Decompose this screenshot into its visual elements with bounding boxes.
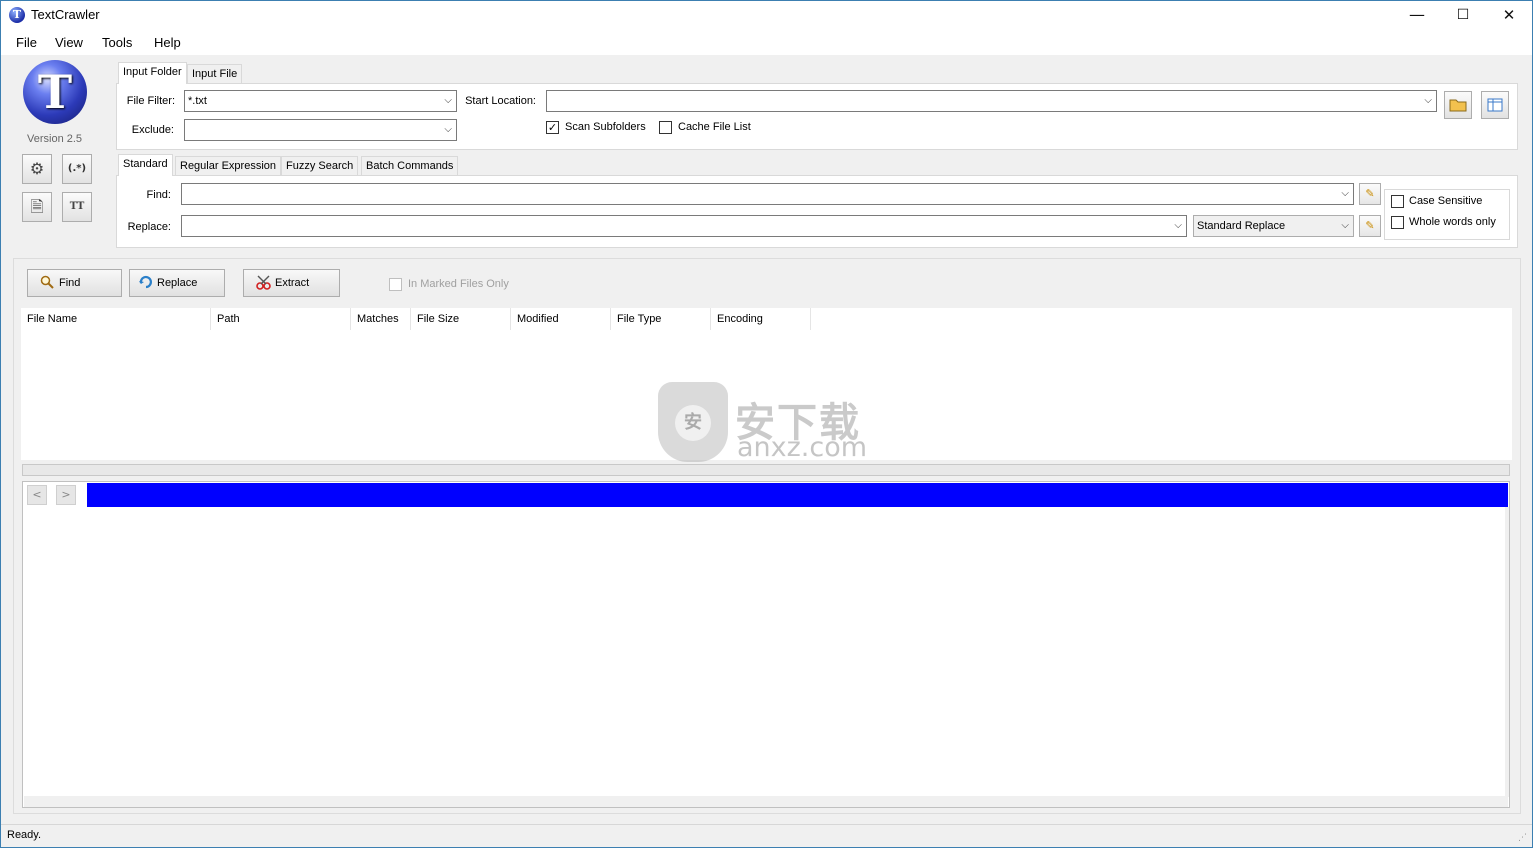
replace-button-label: Replace [157, 277, 198, 289]
cache-file-list-checkbox[interactable] [659, 121, 672, 134]
app-icon: T [9, 7, 25, 23]
tab-input-folder[interactable]: Input Folder [118, 62, 187, 84]
next-match-button[interactable]: > [56, 485, 76, 505]
title-bar [0, 0, 1533, 31]
version-label: Version 2.5 [27, 133, 83, 145]
whole-words-checkbox[interactable] [1391, 216, 1404, 229]
find-button[interactable]: Find [27, 269, 122, 297]
menu-bar [1, 31, 1532, 55]
find-combo[interactable]: ⌵ [181, 183, 1354, 205]
column-matches[interactable]: Matches [351, 308, 411, 330]
menu-help[interactable]: Help [154, 35, 181, 50]
start-location-label: Start Location: [465, 95, 536, 107]
close-button[interactable]: ✕ [1486, 0, 1532, 30]
window-title: TextCrawler [31, 7, 100, 22]
panel-layout-icon [1487, 98, 1503, 112]
column-path[interactable]: Path [211, 308, 351, 330]
checkmark-icon: ✓ [547, 121, 558, 134]
case-sensitive-checkbox[interactable] [1391, 195, 1404, 208]
whole-words-label: Whole words only [1409, 216, 1496, 228]
watermark-text-en: anxz.com [737, 432, 868, 463]
start-location-combo[interactable]: ⌵ [546, 90, 1437, 112]
tab-fuzzy-search[interactable]: Fuzzy Search [281, 156, 359, 176]
folder-icon [1449, 99, 1467, 112]
replace-button[interactable]: Replace [129, 269, 225, 297]
pencil-icon: ✎ [1365, 219, 1375, 232]
column-file-type[interactable]: File Type [611, 308, 711, 330]
replace-mode-select[interactable]: Standard Replace ⌵ [1193, 215, 1354, 237]
file-filter-combo[interactable]: *.txt ⌵ [184, 90, 457, 112]
find-edit-button[interactable]: ✎ [1359, 183, 1381, 205]
file-filter-value: *.txt [188, 95, 207, 107]
chevron-down-icon: ⌵ [1174, 220, 1182, 231]
marked-only-label: In Marked Files Only [408, 278, 509, 290]
settings-button[interactable]: ⚙ [22, 154, 52, 184]
tab-regular-expression[interactable]: Regular Expression [175, 156, 281, 176]
column-encoding[interactable]: Encoding [711, 308, 811, 330]
menu-tools[interactable]: Tools [102, 35, 132, 50]
scan-subfolders-label: Scan Subfolders [565, 121, 646, 133]
preview-pane[interactable] [22, 481, 1510, 808]
font-button[interactable]: TT [62, 192, 92, 222]
replace-edit-button[interactable]: ✎ [1359, 215, 1381, 237]
magnifier-icon [40, 270, 56, 296]
case-sensitive-label: Case Sensitive [1409, 195, 1483, 207]
tab-standard[interactable]: Standard [118, 154, 173, 176]
regex-button[interactable]: (.*) [62, 154, 92, 184]
status-text: Ready. [7, 829, 42, 841]
watermark-shield-glyph: 安 [675, 405, 711, 441]
column-file-size[interactable]: File Size [411, 308, 511, 330]
chevron-down-icon: ⌵ [1341, 220, 1349, 231]
cache-file-list-label: Cache File List [678, 121, 751, 133]
prev-match-button[interactable]: < [27, 485, 47, 505]
tab-input-file[interactable]: Input File [187, 64, 243, 84]
column-file-name[interactable]: File Name [21, 308, 211, 330]
maximize-button[interactable]: ☐ [1440, 0, 1486, 30]
menu-view[interactable]: View [55, 35, 83, 50]
preview-header-bar [87, 483, 1508, 507]
preview-vertical-scrollbar[interactable] [1505, 507, 1509, 797]
file-filter-label: File Filter: [126, 95, 175, 107]
exclude-label: Exclude: [131, 124, 174, 136]
chevron-down-icon: ⌵ [1424, 95, 1432, 106]
extract-button[interactable]: Extract [243, 269, 340, 297]
find-button-label: Find [59, 277, 81, 289]
find-label: Find: [146, 189, 171, 201]
column-modified[interactable]: Modified [511, 308, 611, 330]
results-splitter[interactable] [22, 464, 1510, 476]
app-logo: T [23, 60, 87, 124]
replace-icon [138, 270, 154, 296]
document-icon: 🗎 [30, 197, 44, 216]
resize-grip-icon[interactable]: ⋰ [1518, 833, 1528, 843]
minimize-button[interactable]: — [1394, 0, 1440, 30]
scissors-icon [256, 270, 272, 296]
marked-only-checkbox[interactable] [389, 278, 402, 291]
settings-icon: ⚙ [29, 159, 45, 178]
tab-batch-commands[interactable]: Batch Commands [361, 156, 459, 176]
chevron-down-icon: ⌵ [1341, 188, 1349, 199]
regex-icon: (.*) [67, 163, 87, 174]
replace-combo[interactable]: ⌵ [181, 215, 1187, 237]
chevron-down-icon: ⌵ [444, 95, 452, 106]
replace-mode-value: Standard Replace [1197, 220, 1286, 232]
extract-button-label: Extract [275, 277, 310, 289]
menu-file[interactable]: File [16, 35, 37, 50]
scan-subfolders-checkbox[interactable]: ✓ [546, 121, 559, 134]
exclude-combo[interactable]: ⌵ [184, 119, 457, 141]
browse-folder-button[interactable] [1444, 91, 1472, 119]
chevron-down-icon: ⌵ [444, 124, 452, 135]
font-icon: TT [69, 201, 85, 212]
replace-label: Replace: [127, 221, 171, 233]
pencil-icon: ✎ [1365, 187, 1375, 200]
layout-button[interactable] [1481, 91, 1509, 119]
status-bar [0, 824, 1533, 848]
preview-horizontal-scrollbar[interactable] [24, 796, 1508, 807]
document-button[interactable]: 🗎 [22, 192, 52, 222]
